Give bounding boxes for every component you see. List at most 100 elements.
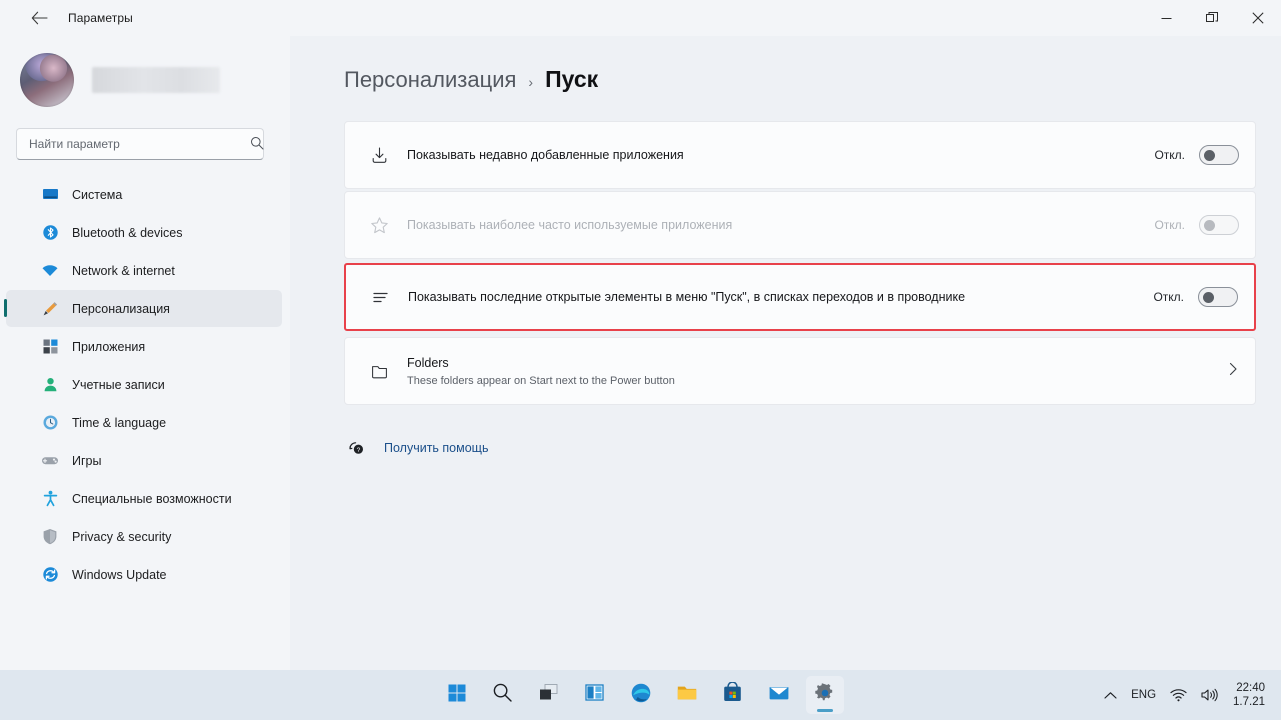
- help-question-icon: ?: [346, 439, 368, 457]
- taskbar-widgets-button[interactable]: [576, 676, 614, 714]
- sidebar-item-accessibility[interactable]: Специальные возможности: [6, 480, 282, 517]
- svg-text:?: ?: [357, 447, 361, 454]
- get-help-link[interactable]: ? Получить помощь: [346, 439, 1257, 457]
- sidebar-item-system[interactable]: Система: [6, 176, 282, 213]
- sidebar-item-time-language[interactable]: Time & language: [6, 404, 282, 441]
- taskbar-buttons: [0, 676, 1281, 714]
- search-icon: [492, 682, 513, 708]
- back-button[interactable]: [22, 5, 56, 31]
- system-tray: ENG 22:40 1.7.21: [1104, 681, 1271, 709]
- sidebar-item-apps[interactable]: Приложения: [6, 328, 282, 365]
- close-icon: [1252, 12, 1264, 24]
- sidebar-item-windows-update[interactable]: Windows Update: [6, 556, 282, 593]
- toggle-switch[interactable]: [1198, 287, 1238, 307]
- taskbar-start-button[interactable]: [438, 676, 476, 714]
- toggle-knob: [1203, 292, 1214, 303]
- gear-icon: [814, 682, 836, 709]
- toggle-group: Откл.: [1154, 145, 1239, 165]
- tray-overflow-button[interactable]: [1104, 691, 1117, 700]
- restore-button[interactable]: [1189, 0, 1235, 36]
- setting-row-texts: Показывать наиболее часто используемые п…: [407, 217, 1154, 234]
- taskbar-search-button[interactable]: [484, 676, 522, 714]
- setting-row-label: Показывать недавно добавленные приложени…: [407, 147, 684, 162]
- taskbar-mail-button[interactable]: [760, 676, 798, 714]
- profile-name-redacted: [92, 67, 220, 93]
- search-container: [16, 128, 274, 160]
- sidebar-item-label: Windows Update: [72, 567, 167, 582]
- taskbar-file-explorer-button[interactable]: [668, 676, 706, 714]
- sidebar-item-label: Специальные возможности: [72, 491, 232, 506]
- sidebar-item-network-internet[interactable]: Network & internet: [6, 252, 282, 289]
- sidebar-item-label: Приложения: [72, 339, 146, 354]
- tray-date: 1.7.21: [1233, 696, 1265, 708]
- folders-title: Folders: [407, 355, 449, 370]
- toggle-state-label: Откл.: [1154, 218, 1185, 232]
- taskbar-microsoft-store-button[interactable]: [714, 676, 752, 714]
- window-title: Параметры: [68, 11, 133, 25]
- setting-row-recently-added-apps[interactable]: Показывать недавно добавленные приложени…: [344, 121, 1256, 189]
- toggle-group: Откл.: [1154, 215, 1239, 235]
- setting-row-folders[interactable]: Folders These folders appear on Start ne…: [344, 337, 1256, 405]
- tray-volume-button[interactable]: [1201, 688, 1219, 702]
- store-icon: [722, 681, 743, 708]
- chevron-up-icon: [1104, 691, 1117, 699]
- avatar: [20, 53, 74, 107]
- folder-icon: [363, 362, 395, 381]
- title-bar: Параметры: [0, 0, 1281, 36]
- tray-time: 22:40: [1236, 682, 1265, 694]
- toggle-knob: [1204, 220, 1215, 231]
- window-controls: [1143, 0, 1281, 36]
- taskbar-settings-button[interactable]: [805, 676, 844, 714]
- sidebar-item-accounts[interactable]: Учетные записи: [6, 366, 282, 403]
- paintbrush-icon: [40, 299, 60, 319]
- download-icon: [363, 146, 395, 165]
- toggle-knob: [1204, 150, 1215, 161]
- chevron-right-icon[interactable]: [1227, 362, 1239, 381]
- setting-row-most-used-apps: Показывать наиболее часто используемые п…: [344, 191, 1256, 259]
- setting-row-recently-opened-items[interactable]: Показывать последние открытые элементы в…: [344, 263, 1256, 331]
- profile-section[interactable]: [0, 48, 290, 112]
- setting-row-texts: Folders These folders appear on Start ne…: [407, 354, 1219, 389]
- clock-icon: [40, 413, 60, 433]
- setting-row-label: Показывать последние открытые элементы в…: [408, 289, 966, 304]
- gamepad-icon: [40, 451, 60, 471]
- sidebar-item-gaming[interactable]: Игры: [6, 442, 282, 479]
- sidebar-item-privacy-security[interactable]: Privacy & security: [6, 518, 282, 555]
- sidebar-item-label: Network & internet: [72, 263, 175, 278]
- toggle-switch: [1199, 215, 1239, 235]
- sidebar-item-bluetooth-devices[interactable]: Bluetooth & devices: [6, 214, 282, 251]
- tray-language[interactable]: ENG: [1131, 689, 1156, 701]
- close-button[interactable]: [1235, 0, 1281, 36]
- breadcrumb-parent[interactable]: Персонализация: [344, 67, 516, 93]
- star-icon: [363, 216, 395, 235]
- folder-icon: [676, 682, 698, 709]
- wifi-icon: [1170, 689, 1187, 702]
- bluetooth-icon: [40, 223, 60, 243]
- taskbar-task-view-button[interactable]: [530, 676, 568, 714]
- update-icon: [40, 565, 60, 585]
- tray-network-button[interactable]: [1170, 688, 1187, 702]
- toggle-state-label: Откл.: [1154, 148, 1185, 162]
- taskbar-edge-button[interactable]: [622, 676, 660, 714]
- list-icon: [364, 288, 396, 307]
- minimize-button[interactable]: [1143, 0, 1189, 36]
- task-view-icon: [538, 682, 559, 708]
- get-help-label: Получить помощь: [384, 441, 489, 455]
- breadcrumb: Персонализация › Пуск: [344, 66, 1257, 93]
- edge-icon: [630, 682, 652, 709]
- toggle-switch[interactable]: [1199, 145, 1239, 165]
- tray-clock[interactable]: 22:40 1.7.21: [1233, 681, 1265, 709]
- main-content: Персонализация › Пуск Показывать недавно…: [290, 36, 1281, 670]
- chevron-right-icon: ›: [528, 74, 534, 90]
- sidebar-item-label: Игры: [72, 453, 102, 468]
- sidebar-nav: Система Bluetooth & devices Network & in…: [0, 176, 290, 593]
- settings-list: Показывать недавно добавленные приложени…: [344, 121, 1256, 405]
- setting-row-texts: Показывать последние открытые элементы в…: [408, 289, 1153, 306]
- search-input[interactable]: [16, 128, 264, 160]
- sidebar-item-personalization[interactable]: Персонализация: [4, 290, 282, 327]
- toggle-group: Откл.: [1153, 287, 1238, 307]
- wifi-icon: [40, 261, 60, 281]
- setting-row-label: Показывать наиболее часто используемые п…: [407, 217, 733, 232]
- toggle-state-label: Откл.: [1153, 290, 1184, 304]
- accessibility-icon: [40, 489, 60, 509]
